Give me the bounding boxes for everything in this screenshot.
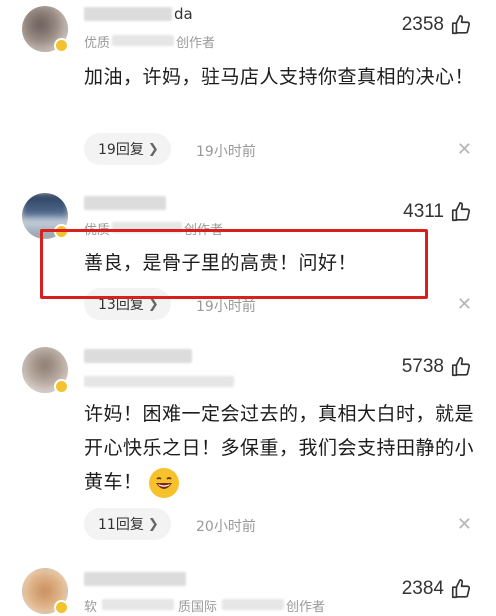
thumb-up-icon bbox=[451, 15, 471, 35]
like-button[interactable]: 5738 bbox=[402, 356, 472, 378]
like-button[interactable]: 2358 bbox=[402, 14, 472, 36]
author-role-redacted-2 bbox=[222, 599, 284, 610]
verified-badge-icon bbox=[54, 600, 69, 615]
like-count: 5738 bbox=[401, 356, 444, 377]
author-role-redacted bbox=[84, 376, 234, 387]
replies-count: 11回复 bbox=[98, 517, 144, 533]
highlight-annotation-box bbox=[40, 229, 428, 299]
chevron-right-icon: ❯ bbox=[147, 141, 159, 157]
thumb-up-icon bbox=[451, 579, 471, 599]
thumb-up-icon bbox=[451, 357, 471, 377]
username-redacted bbox=[84, 7, 172, 21]
username[interactable]: da bbox=[174, 5, 193, 23]
chevron-right-icon: ❯ bbox=[147, 516, 159, 532]
username-redacted bbox=[84, 572, 186, 586]
like-button[interactable]: 2384 bbox=[402, 578, 472, 600]
replies-button[interactable]: 19回复 ❯ bbox=[84, 133, 171, 165]
replies-count: 19回复 bbox=[98, 142, 144, 158]
username-redacted bbox=[84, 196, 166, 210]
author-role: 优质 bbox=[84, 36, 111, 51]
verified-badge-icon bbox=[54, 379, 69, 394]
author-role-redacted bbox=[102, 599, 174, 610]
timestamp: 19小时前 bbox=[196, 299, 256, 315]
comment-text: 加油，许妈，驻马店人支持你查真相的决心！ bbox=[84, 66, 475, 88]
author-role-suffix: 创作者 bbox=[176, 36, 216, 51]
author-role-mid: 质国际 bbox=[178, 600, 218, 615]
like-count: 2358 bbox=[401, 14, 444, 35]
like-count: 2384 bbox=[401, 578, 444, 599]
replies-button[interactable]: 11回复 ❯ bbox=[84, 508, 171, 540]
timestamp: 20小时前 bbox=[196, 519, 256, 535]
timestamp: 19小时前 bbox=[196, 144, 256, 160]
username-redacted bbox=[84, 349, 192, 363]
like-count: 4311 bbox=[403, 201, 444, 222]
comment-text: 许妈！困难一定会过去的，真相大白时，就是开心快乐之日！多保重，我们会支持田静的小… bbox=[84, 397, 479, 499]
thumb-up-icon bbox=[451, 202, 471, 222]
author-role-suffix: 创作者 bbox=[286, 600, 326, 615]
close-icon[interactable]: ✕ bbox=[457, 296, 472, 314]
author-role: 软 bbox=[84, 600, 98, 615]
laughing-emoji-icon bbox=[148, 467, 179, 498]
verified-badge-icon bbox=[54, 38, 69, 53]
close-icon[interactable]: ✕ bbox=[457, 516, 472, 534]
close-icon[interactable]: ✕ bbox=[457, 141, 472, 159]
author-role-redacted bbox=[112, 35, 174, 46]
like-button[interactable]: 4311 bbox=[403, 201, 472, 223]
comment-text-content: 许妈！困难一定会过去的，真相大白时，就是开心快乐之日！多保重，我们会支持田静的小… bbox=[84, 403, 475, 493]
